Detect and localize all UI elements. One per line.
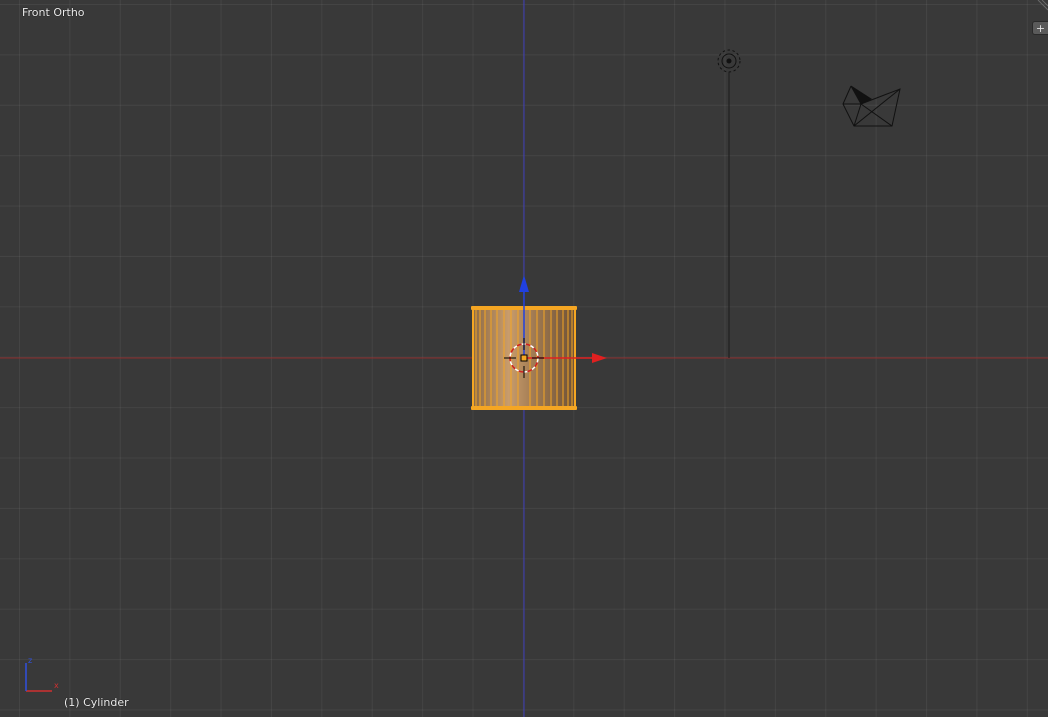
axis-orientation-icon: x z	[25, 656, 59, 692]
area-split-corner-icon[interactable]	[1034, 0, 1048, 14]
view-name-label: Front Ortho	[22, 6, 85, 19]
toolshelf-toggle-button[interactable]: +	[1032, 21, 1048, 35]
camera-object-icon[interactable]	[842, 85, 901, 127]
viewport-scene[interactable]: x z	[0, 0, 1048, 717]
3d-viewport[interactable]: x z Front Ortho (1) Cylinder +	[0, 0, 1048, 717]
svg-text:z: z	[28, 656, 32, 665]
active-object-label: (1) Cylinder	[64, 696, 129, 709]
svg-text:x: x	[54, 681, 59, 690]
lamp-object-icon[interactable]	[717, 49, 741, 358]
